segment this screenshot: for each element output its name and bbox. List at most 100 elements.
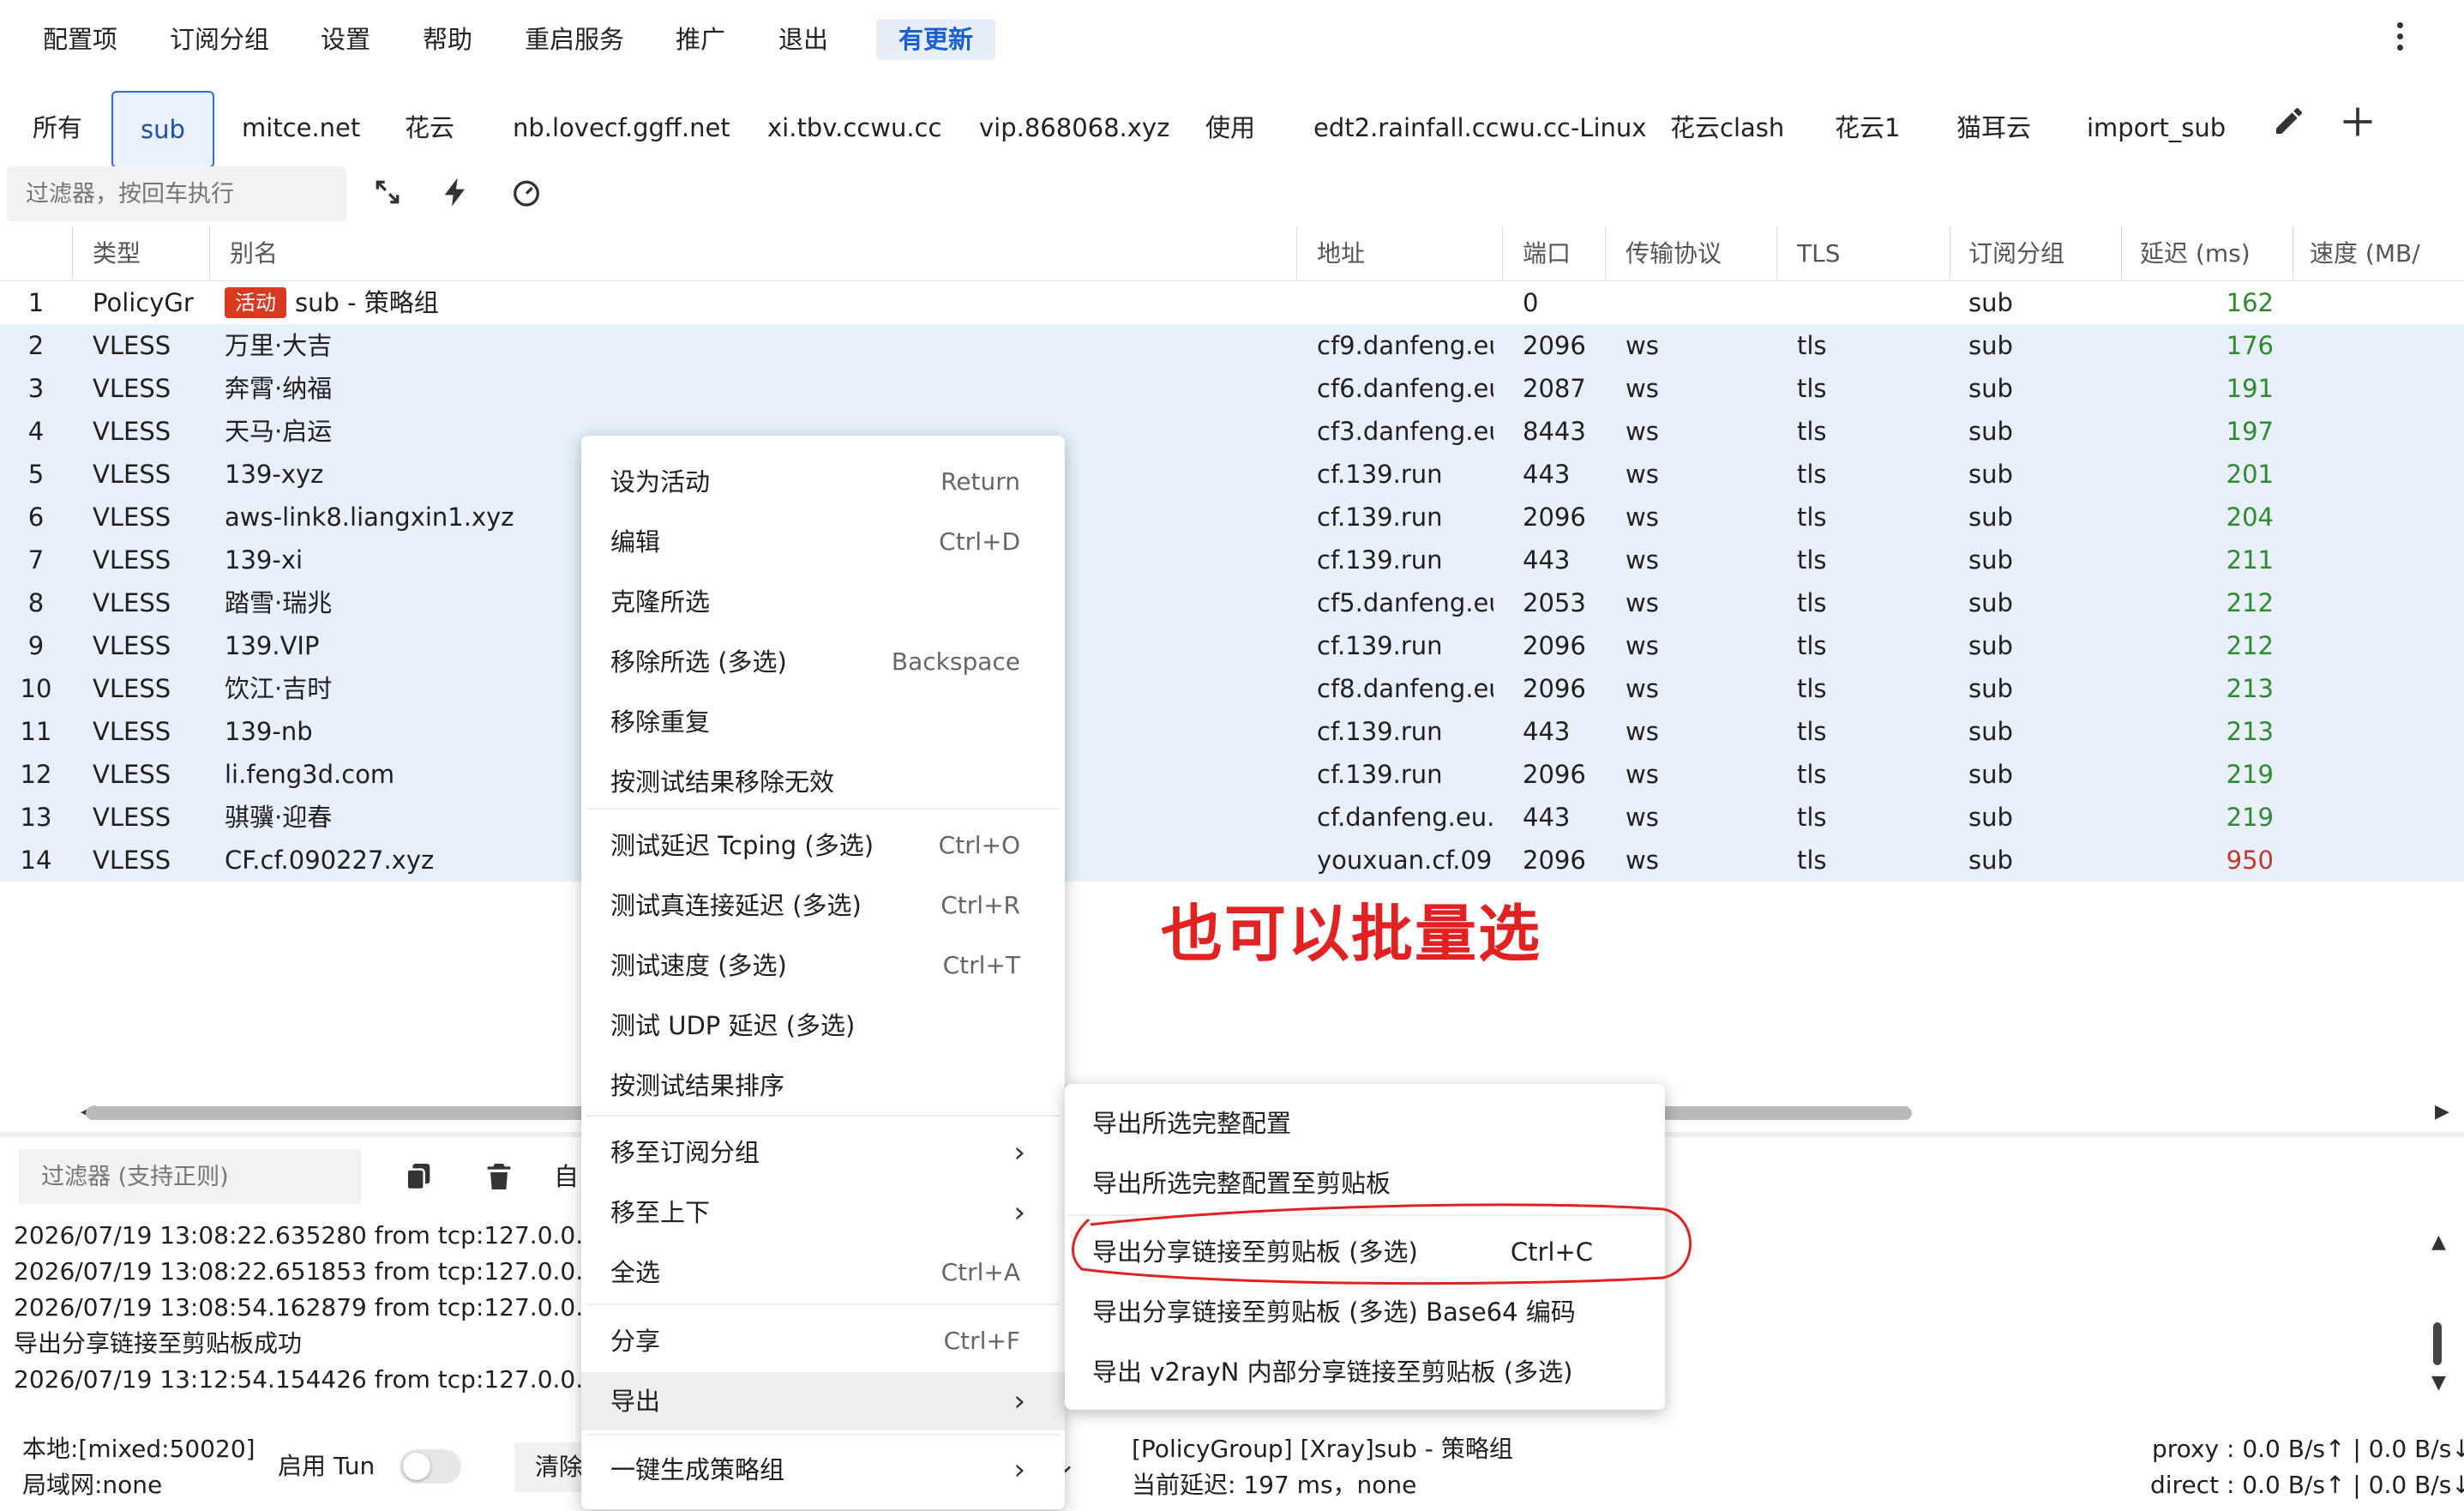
tab-all[interactable]: 所有: [33, 91, 82, 165]
menu-promote[interactable]: 推广: [676, 19, 725, 60]
submenu-export-share-links-base64[interactable]: 导出分享链接至剪贴板 (多选) Base64 编码: [1065, 1283, 1665, 1341]
menu-help[interactable]: 帮助: [423, 19, 472, 60]
table-row[interactable]: 14 VLESS CF.cf.090227.xyz youxuan.cf.09(209…: [0, 839, 2464, 882]
speed-gauge-icon[interactable]: [509, 175, 547, 213]
submenu-export-full-config[interactable]: 导出所选完整配置: [1065, 1094, 1665, 1153]
cell-addr: [1317, 281, 1493, 324]
cell-tls: tls: [1797, 588, 1827, 617]
menu-test-udp[interactable]: 测试 UDP 延迟 (多选): [581, 996, 1065, 1055]
menu-settings[interactable]: 设置: [321, 19, 370, 60]
menu-test-tcping[interactable]: 测试延迟 Tcping (多选) Ctrl+O: [581, 816, 1065, 875]
menu-move-up-down[interactable]: 移至上下 ›: [581, 1183, 1065, 1242]
tab-usage[interactable]: 使用: [1205, 91, 1255, 165]
tab-import-sub[interactable]: import_sub: [2087, 91, 2226, 165]
log-line: 2026/07/19 13:08:54.162879 from tcp:127.…: [14, 1293, 638, 1321]
col-tls[interactable]: TLS: [1797, 226, 1883, 281]
table-row[interactable]: 2 VLESS 万里·大吉 cf9.danfeng.eu 2096 ws tls sub 176: [0, 324, 2464, 367]
lightning-icon[interactable]: [439, 175, 477, 213]
tab-maoer[interactable]: 猫耳云: [1956, 91, 2031, 165]
column-divider: [1776, 226, 1777, 281]
current-latency: 当前延迟: 197 ms，none: [1132, 1471, 1417, 1499]
menu-set-active[interactable]: 设为活动 Return: [581, 453, 1065, 511]
cell-type: VLESS: [93, 503, 171, 532]
menu-remove-duplicates[interactable]: 移除重复: [581, 693, 1065, 751]
cell-port: 443: [1523, 717, 1571, 746]
cell-type: VLESS: [93, 717, 171, 746]
cell-type: VLESS: [93, 631, 171, 660]
cell-latency: 191: [2226, 374, 2274, 403]
tab-huayun1[interactable]: 花云1: [1835, 91, 1900, 165]
scroll-down-arrow[interactable]: ▼: [2431, 1372, 2446, 1394]
cell-tls: tls: [1797, 503, 1827, 532]
table-row[interactable]: 4 VLESS 天马·启运 cf3.danfeng.eu 8443 ws tls sub 197: [0, 410, 2464, 453]
scroll-up-arrow[interactable]: ▲: [2431, 1231, 2446, 1253]
table-row[interactable]: 1 PolicyGr 活动 sub - 策略组 0 sub 162: [0, 281, 2464, 324]
menu-generate-policy-group[interactable]: 一键生成策略组 ›: [581, 1441, 1065, 1499]
cell-group: sub: [1968, 717, 2013, 746]
cell-group: sub: [1968, 588, 2013, 617]
col-sub-group[interactable]: 订阅分组: [1968, 226, 2106, 281]
table-row[interactable]: 5 VLESS 139-xyz cf.139.run 443 ws tls sub 201: [0, 453, 2464, 496]
copy-icon[interactable]: [401, 1159, 436, 1197]
table-row[interactable]: 6 VLESS aws-link8.liangxin1.xyz cf.139.run 2…: [0, 496, 2464, 539]
vertical-scrollbar-thumb[interactable]: [2433, 1322, 2442, 1365]
cell-net: ws: [1626, 460, 1659, 489]
menu-test-real-delay[interactable]: 测试真连接延迟 (多选) Ctrl+R: [581, 876, 1065, 935]
cell-port: 2087: [1523, 374, 1586, 403]
tab-xi-tbv[interactable]: xi.tbv.ccwu.cc: [767, 91, 941, 165]
menu-test-speed[interactable]: 测试速度 (多选) Ctrl+T: [581, 936, 1065, 995]
cell-net: [1626, 281, 1763, 324]
scroll-right-arrow[interactable]: ▶: [2435, 1101, 2449, 1123]
menu-exit[interactable]: 退出: [778, 19, 828, 60]
tab-huayun-clash[interactable]: 花云clash: [1670, 91, 1784, 165]
col-type[interactable]: 类型: [93, 226, 204, 281]
cell-n: 10: [20, 674, 52, 703]
menu-sort-by-result[interactable]: 按测试结果排序: [581, 1056, 1065, 1115]
menu-edit[interactable]: 编辑 Ctrl+D: [581, 513, 1065, 571]
menu-remove-selected[interactable]: 移除所选 (多选) Backspace: [581, 633, 1065, 691]
expand-icon[interactable]: [370, 175, 408, 213]
submenu-export-v2rayn-links[interactable]: 导出 v2rayN 内部分享链接至剪贴板 (多选): [1065, 1343, 1665, 1401]
menu-remove-invalid[interactable]: 按测试结果移除无效: [581, 753, 1065, 811]
col-network[interactable]: 传输协议: [1626, 226, 1763, 281]
menu-restart[interactable]: 重启服务: [525, 19, 624, 60]
col-latency[interactable]: 延迟 (ms): [2140, 226, 2286, 281]
menu-select-all[interactable]: 全选 Ctrl+A: [581, 1243, 1065, 1302]
tun-toggle[interactable]: [400, 1449, 461, 1484]
table-row[interactable]: 3 VLESS 奔霄·纳福 cf6.danfeng.eu 2087 ws tls sub 191: [0, 367, 2464, 410]
context-menu: 设为活动 Return 编辑 Ctrl+D 克隆所选 移除所选 (多选) Backsp…: [581, 436, 1065, 1509]
auto-scroll-label[interactable]: 自: [554, 1159, 579, 1194]
plus-icon[interactable]: [2339, 103, 2377, 154]
table-row[interactable]: 10 VLESS 饮江·吉时 cf8.danfeng.eu 2096 ws tls sub 21…: [0, 667, 2464, 710]
table-row[interactable]: 13 VLESS 骐骥·迎春 cf.danfeng.eu. 443 ws tls sub 219: [0, 796, 2464, 839]
col-alias[interactable]: 别名: [230, 226, 573, 281]
tab-edt2-rainfall[interactable]: edt2.rainfall.ccwu.cc-Linux: [1313, 91, 1646, 165]
table-row[interactable]: 11 VLESS 139-nb cf.139.run 443 ws tls sub 213: [0, 710, 2464, 753]
col-address[interactable]: 地址: [1317, 226, 1488, 281]
col-port[interactable]: 端口: [1523, 226, 1600, 281]
tab-vip-868068[interactable]: vip.868068.xyz: [979, 91, 1169, 165]
more-menu-icon[interactable]: [2397, 22, 2407, 53]
menu-clone[interactable]: 克隆所选: [581, 573, 1065, 631]
tab-huayun[interactable]: 花云: [405, 91, 454, 165]
pencil-icon[interactable]: [2272, 103, 2306, 151]
table-row[interactable]: 7 VLESS 139-xi cf.139.run 443 ws tls sub 211: [0, 539, 2464, 581]
trash-icon[interactable]: [482, 1159, 516, 1197]
menu-share[interactable]: 分享 Ctrl+F: [581, 1312, 1065, 1370]
menu-move-to-group[interactable]: 移至订阅分组 ›: [581, 1123, 1065, 1182]
update-button[interactable]: 有更新: [876, 19, 996, 60]
server-filter-input[interactable]: [7, 166, 346, 221]
menu-sub-group[interactable]: 订阅分组: [170, 19, 269, 60]
table-row[interactable]: 9 VLESS 139.VIP cf.139.run 2096 ws tls sub 212: [0, 624, 2464, 667]
table-row[interactable]: 12 VLESS li.feng3d.com cf.139.run 2096 ws tls s…: [0, 753, 2464, 796]
log-filter-input[interactable]: [19, 1149, 362, 1204]
col-speed[interactable]: 速度 (MB/: [2310, 226, 2462, 281]
menu-config[interactable]: 配置项: [43, 19, 117, 60]
table-row[interactable]: 8 VLESS 踏雪·瑞兆 cf5.danfeng.eu 2053 ws tls sub 212: [0, 581, 2464, 624]
menu-export[interactable]: 导出 ›: [581, 1372, 1065, 1430]
tab-sub[interactable]: sub: [111, 91, 214, 168]
cell-group: sub: [1968, 846, 2013, 875]
tab-nb-lovecf[interactable]: nb.lovecf.ggff.net: [513, 91, 730, 165]
tab-mitce[interactable]: mitce.net: [242, 91, 360, 165]
cell-n: 4: [27, 417, 45, 446]
